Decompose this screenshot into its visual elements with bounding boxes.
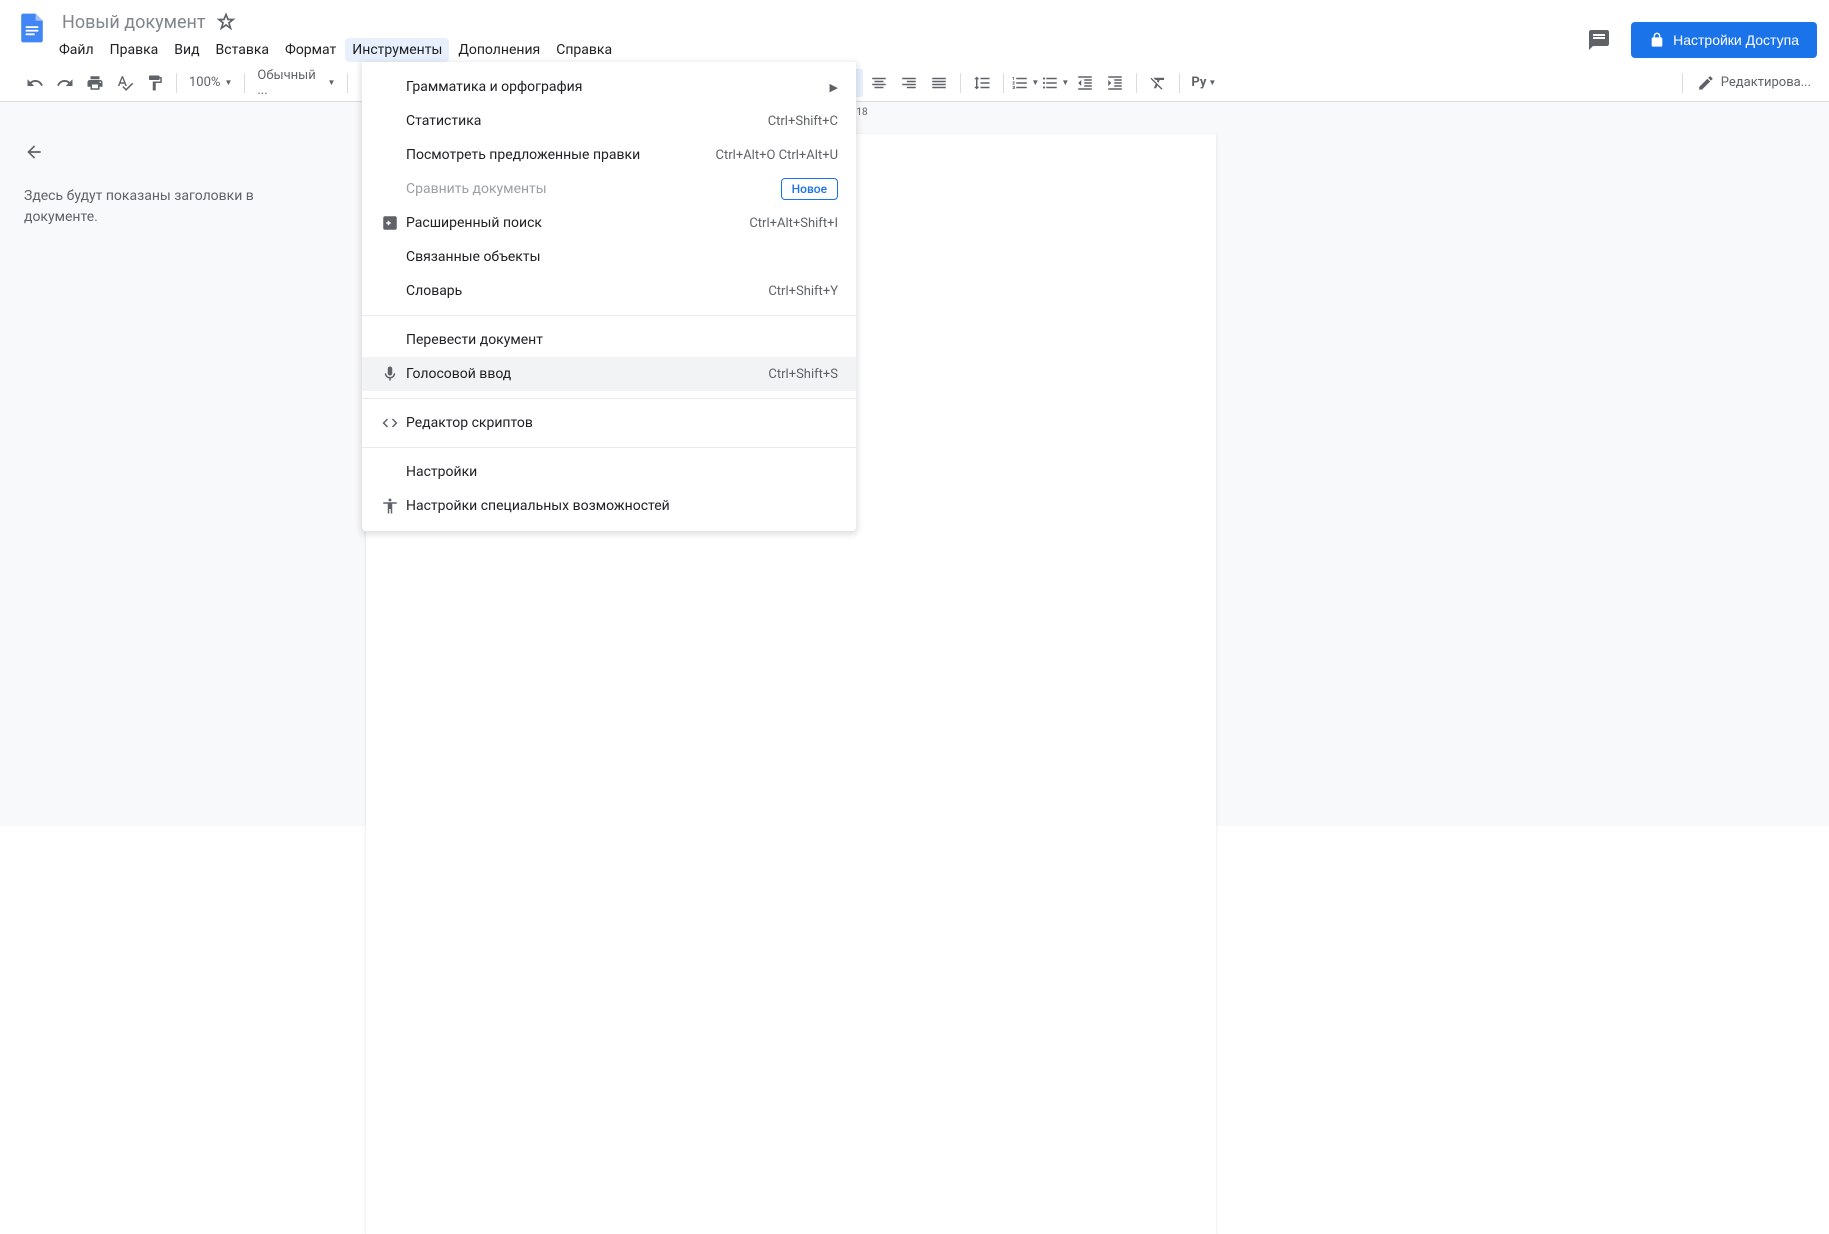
menu-divider <box>362 447 856 448</box>
submenu-arrow-icon: ▶ <box>830 81 838 94</box>
pencil-icon <box>1697 74 1715 92</box>
toolbar-separator <box>176 73 177 93</box>
menu-item-review-edits[interactable]: Посмотреть предложенные правки Ctrl+Alt+… <box>362 138 856 172</box>
toolbar-separator <box>244 73 245 93</box>
menu-item-linked-objects[interactable]: Связанные объекты <box>362 240 856 274</box>
share-label: Настройки Доступа <box>1673 32 1799 48</box>
menu-item-translate[interactable]: Перевести документ <box>362 323 856 357</box>
editing-mode-button[interactable]: Редактирова... <box>1689 70 1819 96</box>
redo-button[interactable] <box>51 69 79 97</box>
toolbar: 100% ▼ Обычный ... ▼ ▼ ▼ Ру ▼ Редактиров… <box>0 64 1829 102</box>
menu-item-explore[interactable]: Расширенный поиск Ctrl+Alt+Shift+I <box>362 206 856 240</box>
lock-icon <box>1649 32 1665 48</box>
menu-item-script-editor[interactable]: Редактор скриптов <box>362 406 856 440</box>
menu-view[interactable]: Вид <box>167 38 206 62</box>
menu-item-wordcount[interactable]: Статистика Ctrl+Shift+C <box>362 104 856 138</box>
menu-edit[interactable]: Правка <box>103 38 166 62</box>
spellcheck-button[interactable] <box>111 69 139 97</box>
menu-tools[interactable]: Инструменты <box>345 38 449 62</box>
menu-item-spelling[interactable]: Грамматика и орфография ▶ <box>362 70 856 104</box>
decrease-indent-button[interactable] <box>1071 69 1099 97</box>
menubar: Файл Правка Вид Вставка Формат Инструмен… <box>52 38 1579 62</box>
menu-item-accessibility[interactable]: Настройки специальных возможностей <box>362 489 856 523</box>
header-actions: Настройки Доступа <box>1579 8 1817 60</box>
paint-format-button[interactable] <box>141 69 169 97</box>
tools-dropdown-menu: Грамматика и орфография ▶ Статистика Ctr… <box>362 62 856 531</box>
input-tools-button[interactable]: Ру ▼ <box>1187 69 1220 97</box>
toolbar-separator <box>1136 73 1137 93</box>
menu-item-compare: Сравнить документы Новое <box>362 172 856 206</box>
zoom-select[interactable]: 100% ▼ <box>183 71 238 94</box>
menu-item-preferences[interactable]: Настройки <box>362 455 856 489</box>
line-spacing-button[interactable] <box>968 69 996 97</box>
accessibility-icon <box>378 497 402 515</box>
align-right-button[interactable] <box>895 69 923 97</box>
comments-button[interactable] <box>1579 20 1619 60</box>
print-button[interactable] <box>81 69 109 97</box>
ruler[interactable]: 9 10 11 12 13 14 15 ▼16 17 18 <box>0 102 1829 122</box>
docs-logo[interactable] <box>12 8 52 48</box>
dropdown-arrow-icon: ▼ <box>327 78 335 87</box>
align-justify-button[interactable] <box>925 69 953 97</box>
app-header: Новый документ Файл Правка Вид Вставка Ф… <box>0 0 1829 64</box>
clear-formatting-button[interactable] <box>1144 69 1172 97</box>
align-center-button[interactable] <box>865 69 893 97</box>
menu-insert[interactable]: Вставка <box>209 38 276 62</box>
toolbar-separator <box>960 73 961 93</box>
undo-button[interactable] <box>21 69 49 97</box>
menu-format[interactable]: Формат <box>278 38 343 62</box>
toolbar-separator <box>1682 73 1683 93</box>
document-title[interactable]: Новый документ <box>56 10 212 35</box>
script-icon <box>378 414 402 432</box>
menu-help[interactable]: Справка <box>549 38 619 62</box>
menu-addons[interactable]: Дополнения <box>451 38 547 62</box>
bulleted-list-button[interactable]: ▼ <box>1041 69 1069 97</box>
title-area: Новый документ Файл Правка Вид Вставка Ф… <box>56 8 1579 62</box>
explore-icon <box>378 214 402 232</box>
outline-back-button[interactable] <box>24 142 266 162</box>
toolbar-separator <box>1003 73 1004 93</box>
dropdown-arrow-icon: ▼ <box>224 78 232 87</box>
outline-panel: Здесь будут показаны заголовки в докумен… <box>0 122 290 826</box>
paragraph-style-select[interactable]: Обычный ... ▼ <box>251 64 341 102</box>
increase-indent-button[interactable] <box>1101 69 1129 97</box>
menu-item-voice-typing[interactable]: Голосовой ввод Ctrl+Shift+S <box>362 357 856 391</box>
toolbar-separator <box>1179 73 1180 93</box>
menu-file[interactable]: Файл <box>52 38 101 62</box>
share-button[interactable]: Настройки Доступа <box>1631 22 1817 58</box>
toolbar-separator <box>347 73 348 93</box>
menu-item-dictionary[interactable]: Словарь Ctrl+Shift+Y <box>362 274 856 308</box>
menu-divider <box>362 398 856 399</box>
menu-divider <box>362 315 856 316</box>
new-badge: Новое <box>781 178 838 200</box>
star-icon[interactable] <box>216 12 236 32</box>
numbered-list-button[interactable]: ▼ <box>1011 69 1039 97</box>
content-area: Здесь будут показаны заголовки в докумен… <box>0 122 1829 826</box>
outline-placeholder: Здесь будут показаны заголовки в докумен… <box>24 186 266 228</box>
microphone-icon <box>378 365 402 383</box>
